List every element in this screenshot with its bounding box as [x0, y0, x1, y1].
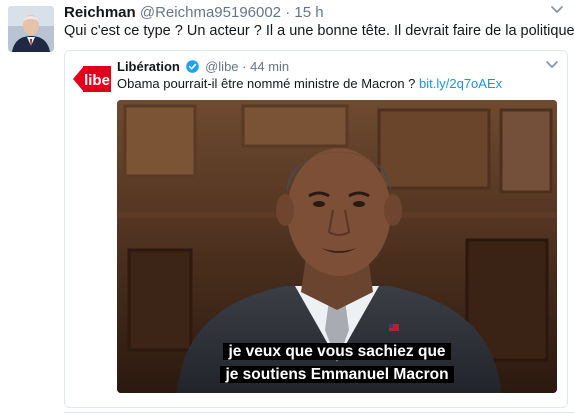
chevron-down-icon[interactable]	[550, 4, 564, 16]
avatar-image	[8, 6, 54, 52]
video-subtitle-line-2: je soutiens Emmanuel Macron	[117, 364, 557, 385]
quoted-media-video[interactable]: je veux que vous sachiez que je soutiens…	[117, 100, 557, 393]
quoted-tweet-header: Libération @libe · 44 min	[117, 59, 289, 75]
tweet-header: Reichman @Reichma95196002 · 15 h	[64, 3, 324, 23]
quoted-timestamp[interactable]: 44 min	[250, 59, 289, 74]
quoted-tweet-card[interactable]: libe Libération @libe · 44 min Obama pou…	[64, 50, 568, 408]
quoted-text-body: Obama pourrait-il être nommé ministre de…	[117, 76, 416, 91]
tweet-text: Qui c'est ce type ? Un acteur ? Il a une…	[64, 23, 574, 39]
video-subtitle-line-1: je veux que vous sachiez que	[117, 341, 557, 362]
svg-text:libe: libe	[84, 72, 110, 89]
author-handle[interactable]: @Reichma95196002	[140, 4, 281, 21]
separator-dot: ·	[285, 4, 291, 21]
author-name[interactable]: Reichman	[64, 4, 136, 21]
avatar[interactable]	[8, 6, 54, 52]
quoted-tweet-text: Obama pourrait-il être nommé ministre de…	[117, 76, 502, 92]
liberation-logo: libe	[73, 66, 111, 92]
verified-badge-icon	[186, 60, 200, 73]
tweet-timestamp[interactable]: 15 h	[294, 4, 323, 21]
quoted-chevron-down-icon[interactable]	[545, 59, 559, 71]
quoted-author-handle[interactable]: @libe	[205, 59, 238, 74]
quoted-author-name[interactable]: Libération	[117, 59, 180, 74]
quoted-link[interactable]: bit.ly/2q7oAEx	[419, 76, 502, 91]
quoted-separator-dot: ·	[242, 59, 247, 74]
